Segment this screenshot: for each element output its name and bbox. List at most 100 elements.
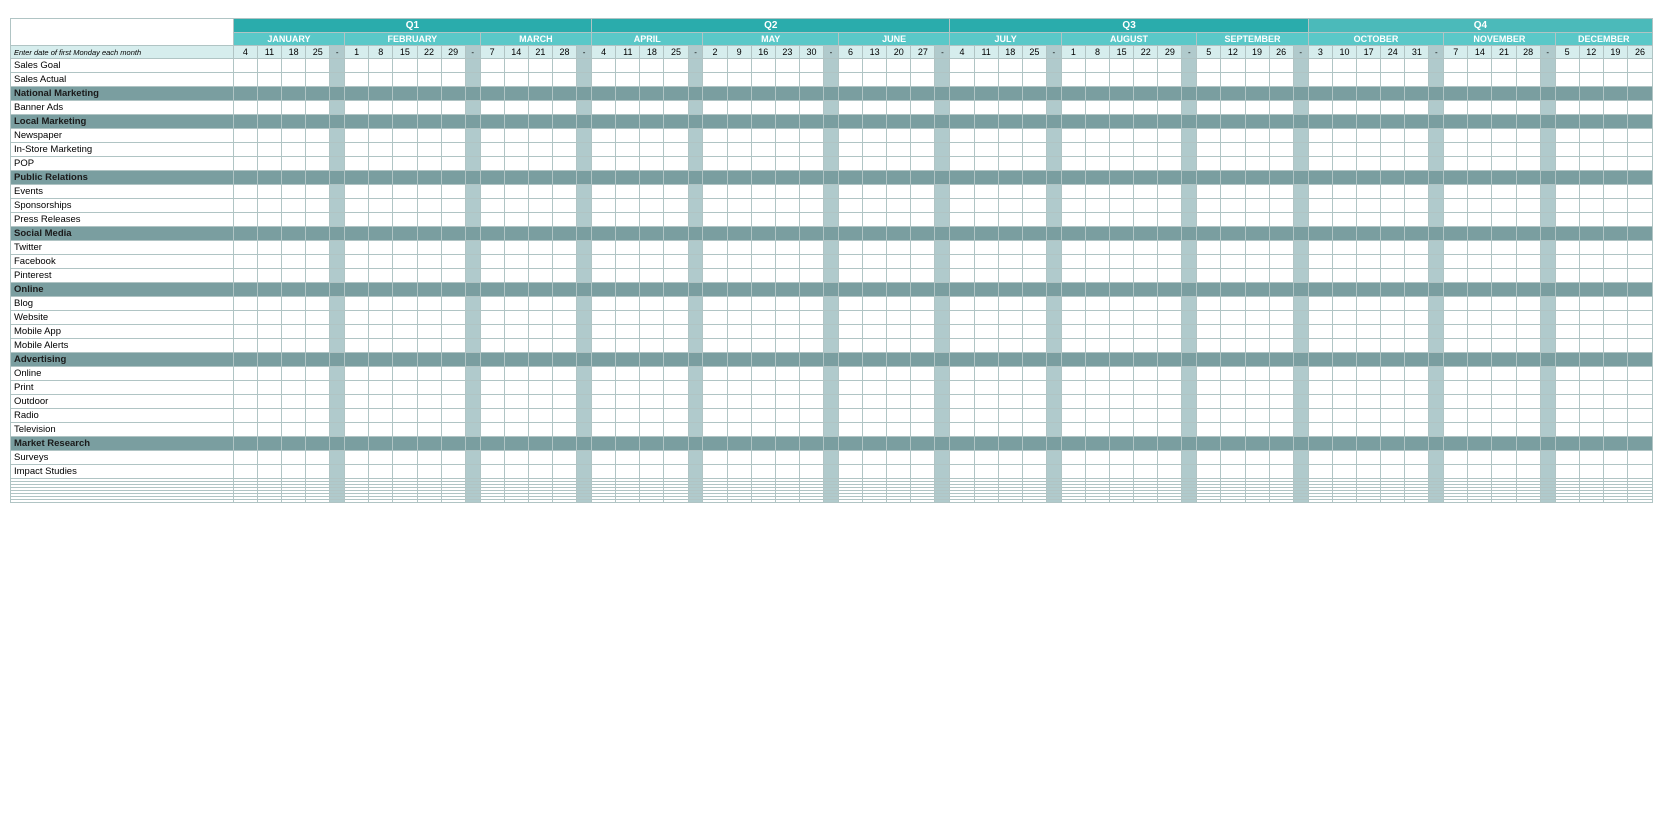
cell-r1-december-5[interactable] — [1555, 73, 1579, 87]
cell-r10-august-15[interactable] — [1110, 199, 1134, 213]
cell-r5-may-9[interactable] — [727, 129, 751, 143]
cell-r5-april-25[interactable] — [664, 129, 688, 143]
cell-r24-august-22[interactable] — [1134, 395, 1158, 409]
cell-r11-july-4[interactable] — [950, 213, 974, 227]
cell-r6-october-31[interactable] — [1405, 143, 1429, 157]
cell-r12-november-7[interactable] — [1444, 227, 1468, 241]
cell-r12-june-27[interactable] — [911, 227, 935, 241]
cell-r15-november-7[interactable] — [1444, 269, 1468, 283]
cell-r9-october-3[interactable] — [1308, 185, 1332, 199]
cell-r21-april-18[interactable] — [640, 353, 664, 367]
cell-r11-november-21[interactable] — [1492, 213, 1516, 227]
cell-r3-may-2[interactable] — [703, 101, 727, 115]
cell-r17-december-19[interactable] — [1603, 297, 1627, 311]
cell-r4-april-25[interactable] — [664, 115, 688, 129]
cell-r26-april-11[interactable] — [616, 423, 640, 437]
cell-r10-september-5[interactable] — [1197, 199, 1221, 213]
cell-r7-november-28[interactable] — [1516, 157, 1540, 171]
cell-r6-june-6[interactable] — [838, 143, 862, 157]
cell-r3-august-15[interactable] — [1110, 101, 1134, 115]
cell-r15-july-11[interactable] — [974, 269, 998, 283]
cell-r5-april-18[interactable] — [640, 129, 664, 143]
cell-r24-february-22[interactable] — [417, 395, 441, 409]
cell-r20-december-26[interactable] — [1627, 339, 1652, 353]
cell-r1-may-16[interactable] — [751, 73, 775, 87]
cell-r5-november-28[interactable] — [1516, 129, 1540, 143]
cell-r13-april-18[interactable] — [640, 241, 664, 255]
cell-r0-april-25[interactable] — [664, 59, 688, 73]
cell-r18-february-15[interactable] — [393, 311, 417, 325]
cell-r22-june-20[interactable] — [887, 367, 911, 381]
cell-r8-october-24[interactable] — [1381, 171, 1405, 185]
cell-r37-january-4[interactable] — [233, 500, 257, 503]
cell-r1-september-19[interactable] — [1245, 73, 1269, 87]
cell-r2-july-18[interactable] — [998, 87, 1022, 101]
cell-r9-december-19[interactable] — [1603, 185, 1627, 199]
cell-r9-june-13[interactable] — [863, 185, 887, 199]
cell-r13-april-4[interactable] — [592, 241, 616, 255]
cell-r22-january-18[interactable] — [282, 367, 306, 381]
cell-r17-november-21[interactable] — [1492, 297, 1516, 311]
cell-r24-april-4[interactable] — [592, 395, 616, 409]
cell-r3-april-11[interactable] — [616, 101, 640, 115]
cell-r1-october-24[interactable] — [1381, 73, 1405, 87]
cell-r26-june-20[interactable] — [887, 423, 911, 437]
cell-r25-february-8[interactable] — [369, 409, 393, 423]
cell-r21-july-11[interactable] — [974, 353, 998, 367]
cell-r23-april-18[interactable] — [640, 381, 664, 395]
cell-r19-july-4[interactable] — [950, 325, 974, 339]
cell-r28-july-4[interactable] — [950, 451, 974, 465]
cell-r2-may-30[interactable] — [799, 87, 823, 101]
cell-r0-april-18[interactable] — [640, 59, 664, 73]
cell-r4-october-17[interactable] — [1357, 115, 1381, 129]
cell-r22-july-25[interactable] — [1022, 367, 1046, 381]
cell-r1-july-18[interactable] — [998, 73, 1022, 87]
cell-r25-april-18[interactable] — [640, 409, 664, 423]
cell-r0-february-29[interactable] — [441, 59, 465, 73]
cell-r9-february-1[interactable] — [345, 185, 369, 199]
cell-r15-august-8[interactable] — [1085, 269, 1109, 283]
day-num-june-6[interactable]: 6 — [838, 46, 862, 59]
cell-r27-march-7[interactable] — [480, 437, 504, 451]
cell-r2-january-25[interactable] — [306, 87, 330, 101]
cell-r9-january-11[interactable] — [257, 185, 281, 199]
cell-r1-november-28[interactable] — [1516, 73, 1540, 87]
cell-r22-april-18[interactable] — [640, 367, 664, 381]
cell-r3-december-12[interactable] — [1579, 101, 1603, 115]
cell-r7-october-17[interactable] — [1357, 157, 1381, 171]
cell-r26-october-31[interactable] — [1405, 423, 1429, 437]
cell-r37-november-21[interactable] — [1492, 500, 1516, 503]
cell-r25-december-12[interactable] — [1579, 409, 1603, 423]
cell-r16-september-19[interactable] — [1245, 283, 1269, 297]
cell-r37-september-5[interactable] — [1197, 500, 1221, 503]
cell-r9-april-4[interactable] — [592, 185, 616, 199]
cell-r6-february-22[interactable] — [417, 143, 441, 157]
cell-r0-february-15[interactable] — [393, 59, 417, 73]
cell-r10-december-12[interactable] — [1579, 199, 1603, 213]
cell-r37-august-1[interactable] — [1061, 500, 1085, 503]
cell-r25-june-27[interactable] — [911, 409, 935, 423]
cell-r0-february-22[interactable] — [417, 59, 441, 73]
cell-r0-august-15[interactable] — [1110, 59, 1134, 73]
cell-r29-august-22[interactable] — [1134, 465, 1158, 479]
cell-r17-february-8[interactable] — [369, 297, 393, 311]
cell-r11-january-18[interactable] — [282, 213, 306, 227]
day-num-december-12[interactable]: 12 — [1579, 46, 1603, 59]
cell-r16-july-18[interactable] — [998, 283, 1022, 297]
cell-r28-december-26[interactable] — [1627, 451, 1652, 465]
cell-r27-august-29[interactable] — [1158, 437, 1182, 451]
cell-r4-may-23[interactable] — [775, 115, 799, 129]
cell-r20-february-15[interactable] — [393, 339, 417, 353]
cell-r8-december-12[interactable] — [1579, 171, 1603, 185]
cell-r15-august-29[interactable] — [1158, 269, 1182, 283]
cell-r1-june-6[interactable] — [838, 73, 862, 87]
cell-r26-november-28[interactable] — [1516, 423, 1540, 437]
cell-r1-august-15[interactable] — [1110, 73, 1134, 87]
cell-r8-august-29[interactable] — [1158, 171, 1182, 185]
cell-r11-september-12[interactable] — [1221, 213, 1245, 227]
cell-r11-march-21[interactable] — [528, 213, 552, 227]
cell-r2-december-26[interactable] — [1627, 87, 1652, 101]
cell-r21-september-12[interactable] — [1221, 353, 1245, 367]
cell-r26-october-10[interactable] — [1332, 423, 1356, 437]
cell-r10-november-7[interactable] — [1444, 199, 1468, 213]
